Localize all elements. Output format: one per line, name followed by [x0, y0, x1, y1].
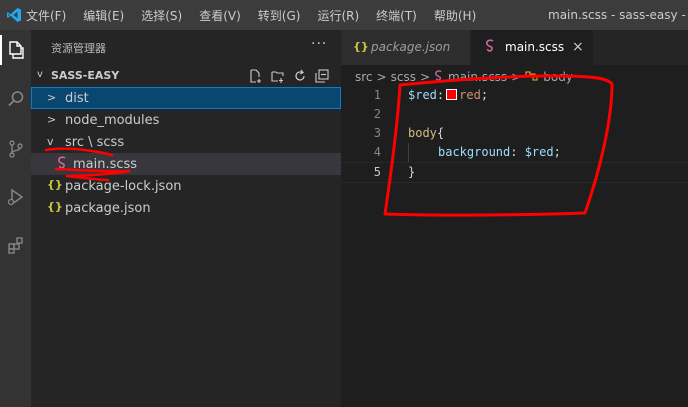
chevron-right-icon: >: [47, 91, 57, 104]
sass-icon: [57, 156, 68, 173]
line-number: 3: [373, 126, 381, 140]
sass-icon: [434, 69, 444, 85]
line-number: 1: [373, 88, 381, 102]
menu-file[interactable]: 文件(F): [26, 7, 66, 24]
more-actions-button[interactable]: ···: [311, 36, 327, 52]
workspace-folder-header[interactable]: v SASS-EASY: [31, 66, 341, 86]
tab-label: main.scss: [505, 40, 565, 54]
new-folder-icon[interactable]: [267, 68, 289, 84]
editor-tabs: {} package.json main.scss ×: [341, 30, 688, 65]
tree-item-package-lock-json[interactable]: {} package-lock.json: [31, 175, 341, 197]
collapse-all-icon[interactable]: [311, 68, 333, 84]
breadcrumb-item[interactable]: main.scss: [448, 70, 507, 84]
line-number: 2: [373, 107, 381, 121]
color-swatch[interactable]: [446, 89, 458, 100]
breadcrumb: src > scss > main.scss > body: [355, 68, 577, 86]
sass-icon: [485, 39, 496, 56]
search-icon[interactable]: [0, 84, 31, 114]
tab-package-json[interactable]: {} package.json: [341, 30, 470, 65]
workspace-folder-name: SASS-EASY: [51, 69, 120, 82]
indent-guide: [408, 143, 409, 162]
tree-item-label: dist: [65, 91, 89, 106]
vscode-logo-icon: [7, 8, 21, 22]
symbol-class-icon: [525, 70, 539, 85]
close-icon[interactable]: ×: [572, 39, 584, 55]
line-number: 4: [373, 145, 381, 159]
menu-bar: 文件(F) 编辑(E) 选择(S) 查看(V) 转到(G) 运行(R) 终端(T…: [26, 0, 493, 30]
chevron-down-icon: v: [37, 69, 43, 80]
tree-item-src-scss[interactable]: v src \ scss: [31, 131, 341, 153]
menu-terminal[interactable]: 终端(T): [376, 7, 417, 24]
code-text: $red: red;: [408, 88, 489, 102]
tree-item-label: package.json: [65, 201, 151, 216]
code-editor[interactable]: 1 $red: red; 2 3 body{ 4 background: $red…: [341, 86, 688, 407]
menu-help[interactable]: 帮助(H): [434, 7, 476, 24]
source-control-icon[interactable]: [0, 134, 31, 164]
explorer-title: 资源管理器: [51, 42, 106, 55]
run-debug-icon[interactable]: [0, 182, 31, 212]
menu-selection[interactable]: 选择(S): [141, 7, 182, 24]
activity-bar: [0, 30, 31, 407]
json-icon: {}: [47, 178, 63, 191]
explorer-sidebar: 资源管理器 ··· v SASS-EASY > dist > node_modu…: [31, 30, 341, 407]
extensions-icon[interactable]: [0, 230, 31, 260]
refresh-icon[interactable]: [289, 68, 311, 84]
breadcrumb-separator: >: [376, 70, 387, 84]
tab-main-scss[interactable]: main.scss ×: [471, 30, 593, 65]
tree-item-node-modules[interactable]: > node_modules: [31, 109, 341, 131]
chevron-down-icon: v: [47, 135, 54, 148]
tree-item-label: node_modules: [65, 113, 160, 128]
code-line: 3 body{: [341, 124, 688, 143]
menu-edit[interactable]: 编辑(E): [83, 7, 124, 24]
menu-run[interactable]: 运行(R): [317, 7, 359, 24]
explorer-actions: [245, 68, 333, 84]
window-title: main.scss - sass-easy - V: [548, 8, 688, 22]
breadcrumb-item[interactable]: body: [543, 70, 573, 84]
tree-item-dist[interactable]: > dist: [31, 87, 341, 109]
tab-label: package.json: [371, 40, 451, 54]
menu-go[interactable]: 转到(G): [258, 7, 301, 24]
tree-item-label: main.scss: [73, 157, 138, 172]
menu-view[interactable]: 查看(V): [199, 7, 241, 24]
code-text: }: [408, 165, 416, 179]
new-file-icon[interactable]: [245, 68, 267, 84]
chevron-right-icon: >: [47, 113, 57, 126]
breadcrumb-item[interactable]: scss: [391, 70, 416, 84]
tree-item-package-json[interactable]: {} package.json: [31, 197, 341, 219]
tree-item-label: src \ scss: [65, 135, 125, 150]
breadcrumb-separator: >: [511, 70, 522, 84]
code-line: 2: [341, 105, 688, 124]
tree-item-main-scss[interactable]: main.scss: [31, 153, 341, 175]
explorer-icon[interactable]: [0, 35, 31, 65]
code-line: 4 background: $red;: [341, 143, 688, 162]
code-line-current: 5 }: [341, 162, 688, 183]
title-bar: 文件(F) 编辑(E) 选择(S) 查看(V) 转到(G) 运行(R) 终端(T…: [0, 0, 688, 30]
json-icon: {}: [47, 200, 63, 213]
code-text: background: $red;: [438, 145, 561, 159]
breadcrumb-item[interactable]: src: [355, 70, 373, 84]
line-number: 5: [373, 165, 381, 179]
breadcrumb-separator: >: [419, 70, 431, 84]
code-text: body{: [408, 126, 445, 140]
code-line: 1 $red: red;: [341, 86, 688, 105]
json-icon: {}: [353, 40, 369, 53]
tree-item-label: package-lock.json: [65, 179, 182, 194]
